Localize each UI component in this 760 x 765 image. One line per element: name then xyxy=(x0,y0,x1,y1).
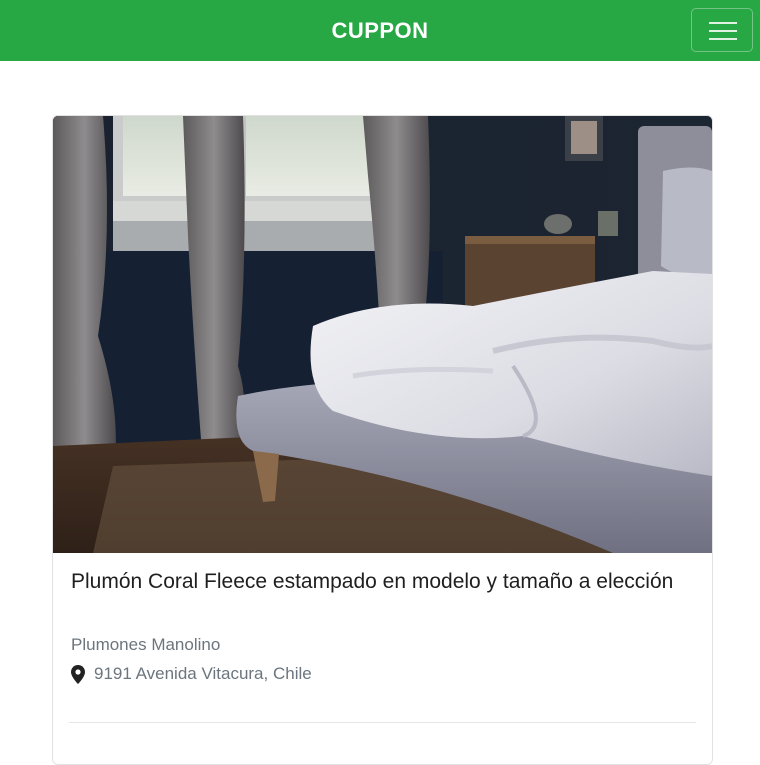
navbar-toggle-button[interactable] xyxy=(691,8,753,52)
top-navbar: CUPPON xyxy=(0,0,760,61)
deal-card[interactable]: Plumón Coral Fleece estampado en modelo … xyxy=(52,115,713,765)
bedroom-photo xyxy=(53,116,712,553)
deal-image[interactable] xyxy=(53,116,712,553)
location-text: 9191 Avenida Vitacura, Chile xyxy=(94,664,312,683)
merchant-name: Plumones Manolino xyxy=(71,635,221,654)
hamburger-line xyxy=(709,30,737,32)
deal-location: 9191 Avenida Vitacura, Chile xyxy=(71,663,312,685)
hamburger-line xyxy=(709,38,737,40)
brand-logo[interactable]: CUPPON xyxy=(0,0,760,61)
map-marker-icon xyxy=(71,664,85,684)
deal-title[interactable]: Plumón Coral Fleece estampado en modelo … xyxy=(71,568,691,596)
hamburger-menu-icon xyxy=(709,22,737,24)
card-divider xyxy=(69,722,696,723)
